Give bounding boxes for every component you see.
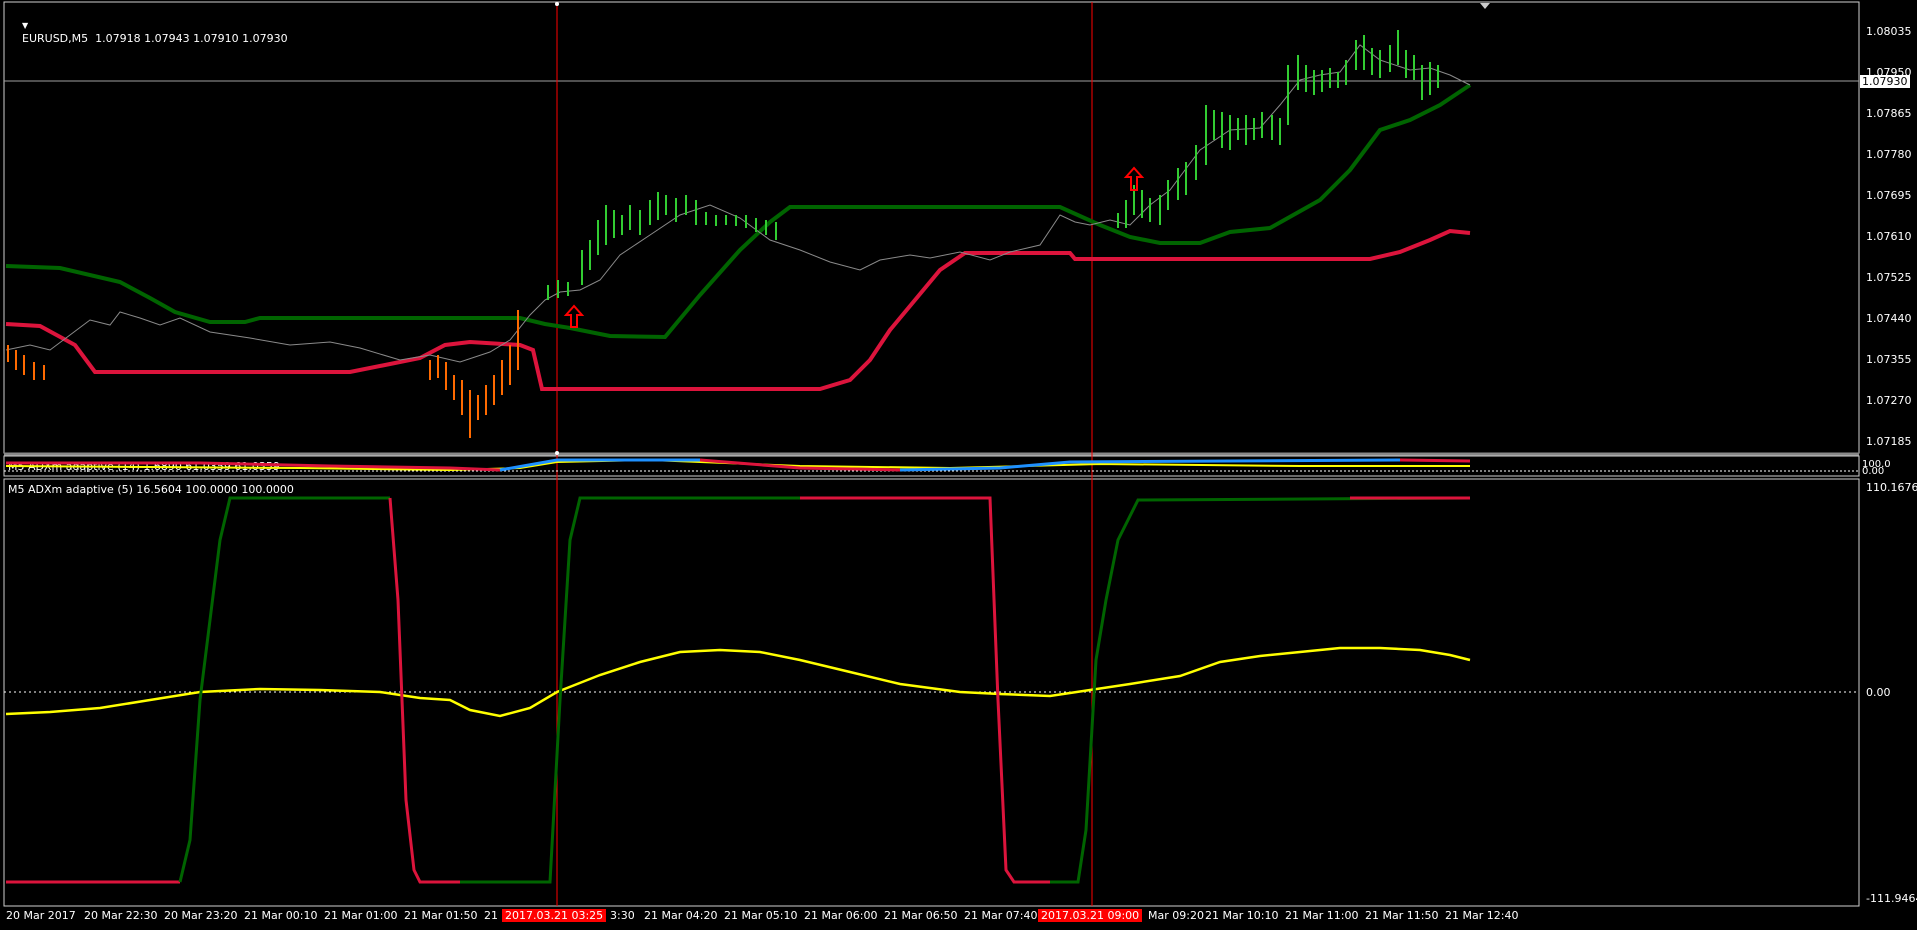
chart-graphics <box>3 1 1860 907</box>
buy-arrow-icon <box>563 304 585 328</box>
